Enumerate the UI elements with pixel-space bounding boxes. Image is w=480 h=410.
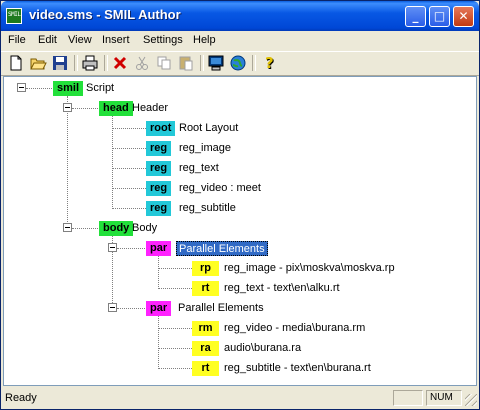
tree-line [158, 268, 192, 269]
resize-grip[interactable] [465, 394, 477, 406]
par-tag[interactable]: par [146, 301, 172, 316]
window-title: video.sms - SMIL Author [29, 7, 181, 22]
media-tag[interactable]: rt [192, 281, 219, 296]
tree-line [158, 288, 192, 289]
tree-line [112, 148, 146, 149]
toolbar-separator [200, 55, 204, 71]
paste-icon[interactable] [177, 54, 195, 72]
tree-node-label[interactable]: reg_subtitle - text\en\burana.rt [224, 361, 371, 376]
status-text: Ready [5, 392, 37, 404]
tree-line [112, 188, 146, 189]
tree-line [158, 368, 192, 369]
properties-icon[interactable] [207, 54, 225, 72]
toolbar: ?? [1, 51, 479, 76]
cut-icon[interactable] [133, 54, 151, 72]
svg-text:?: ? [265, 54, 274, 72]
tree-line [72, 108, 98, 109]
collapse-toggle[interactable] [108, 243, 117, 252]
collapse-toggle[interactable] [108, 303, 117, 312]
tree-node-label[interactable]: reg_image - pix\moskva\moskva.rp [224, 261, 395, 276]
tree-node-label[interactable]: Body [132, 221, 157, 236]
body-tag[interactable]: body [99, 221, 134, 236]
media-tag[interactable]: rm [192, 321, 219, 336]
tree-line [158, 316, 159, 367]
document-tree[interactable]: smil Script head Header root Root Layout… [3, 76, 477, 386]
tree-node-label[interactable]: reg_video - media\burana.rm [224, 321, 365, 336]
region-tag[interactable]: reg [146, 201, 172, 216]
tree-node-label[interactable]: Header [132, 101, 168, 116]
toolbar-separator [252, 55, 256, 71]
smil-tag[interactable]: smil [53, 81, 84, 96]
region-tag[interactable]: reg [146, 181, 172, 196]
status-panel-empty [393, 390, 423, 406]
toolbar-separator [104, 55, 108, 71]
tree-node-label[interactable]: reg_subtitle [179, 201, 236, 216]
tree-node-label[interactable]: reg_text - text\en\alku.rt [224, 281, 340, 296]
tree-node-label[interactable]: Root Layout [179, 121, 238, 136]
media-tag[interactable]: ra [192, 341, 219, 356]
region-tag[interactable]: reg [146, 141, 172, 156]
menu-help[interactable]: Help [193, 34, 216, 46]
delete-icon[interactable] [111, 54, 129, 72]
collapse-toggle[interactable] [17, 83, 26, 92]
menu-bar: File Edit View Insert Settings Help [1, 31, 479, 51]
tree-line [112, 168, 146, 169]
print-icon[interactable] [81, 54, 99, 72]
root-layout-tag[interactable]: root [146, 121, 176, 136]
tree-line [112, 208, 146, 209]
par-tag[interactable]: par [146, 241, 172, 256]
media-tag[interactable]: rt [192, 361, 219, 376]
copy-icon[interactable] [155, 54, 173, 72]
preview-icon[interactable] [229, 54, 247, 72]
toolbar-separator [74, 55, 78, 71]
tree-line [158, 348, 192, 349]
tree-node-label[interactable]: reg_video : meet [179, 181, 261, 196]
tree-line [67, 96, 68, 228]
minimize-button[interactable]: _ [405, 6, 426, 27]
tree-line [117, 248, 145, 249]
tree-line [158, 328, 192, 329]
tree-line [72, 228, 98, 229]
menu-view[interactable]: View [68, 34, 92, 46]
media-tag[interactable]: rp [192, 261, 219, 276]
close-button[interactable]: ✕ [453, 6, 474, 27]
status-bar: Ready NUM [1, 388, 479, 409]
head-tag[interactable]: head [99, 101, 133, 116]
tree-node-label[interactable]: audio\burana.ra [224, 341, 301, 356]
menu-edit[interactable]: Edit [38, 34, 57, 46]
tree-node-label[interactable]: reg_text [179, 161, 219, 176]
menu-insert[interactable]: Insert [102, 34, 130, 46]
smil-app-icon: SMIL [6, 8, 22, 24]
tree-line [158, 256, 159, 287]
menu-settings[interactable]: Settings [143, 34, 183, 46]
collapse-toggle[interactable] [63, 223, 72, 232]
tree-node-label[interactable]: reg_image [179, 141, 231, 156]
tree-line [112, 128, 146, 129]
tree-node-label-selected[interactable]: Parallel Elements [176, 241, 268, 256]
menu-file[interactable]: File [8, 34, 26, 46]
collapse-toggle[interactable] [63, 103, 72, 112]
help-icon[interactable]: ?? [261, 54, 279, 72]
tree-line [26, 88, 52, 89]
maximize-button[interactable]: □ [429, 6, 450, 27]
num-lock-indicator: NUM [426, 390, 462, 406]
region-tag[interactable]: reg [146, 161, 172, 176]
title-bar[interactable]: SMIL video.sms - SMIL Author _ □ ✕ [1, 1, 479, 31]
new-file-icon[interactable] [7, 54, 25, 72]
tree-node-label[interactable]: Script [86, 81, 114, 96]
tree-node-label[interactable]: Parallel Elements [178, 301, 264, 316]
app-window: SMIL video.sms - SMIL Author _ □ ✕ File … [0, 0, 480, 410]
save-icon[interactable] [51, 54, 69, 72]
tree-line [112, 116, 113, 207]
tree-line [117, 308, 145, 309]
open-folder-icon[interactable] [29, 54, 47, 72]
